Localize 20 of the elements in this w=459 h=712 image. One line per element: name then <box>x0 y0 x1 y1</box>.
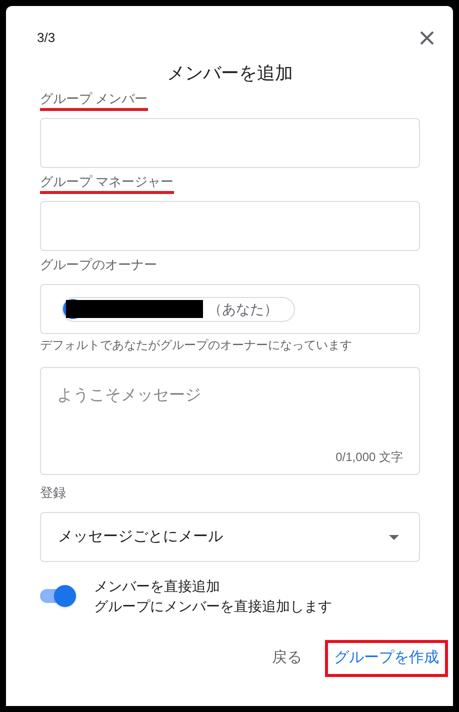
create-group-button[interactable]: グループを作成 <box>325 640 448 676</box>
step-indicator: 3/3 <box>37 29 56 48</box>
message-placeholder: ようこそメッセージ <box>57 386 202 406</box>
hint-text: デフォルトであなたがグループのオーナーになっています <box>40 337 353 353</box>
char-counter: 0/1,000 文字 <box>336 449 403 466</box>
subscription-select[interactable]: メッセージごとにメール <box>40 512 420 562</box>
field-label: グループ メンバー <box>40 90 148 111</box>
toggle-title: メンバーを直接追加 <box>94 577 221 596</box>
input-field[interactable] <box>40 118 420 168</box>
dropdown-caret-icon <box>389 534 399 540</box>
toggle-description: グループにメンバーを直接追加します <box>94 597 332 616</box>
input-field[interactable] <box>40 201 420 251</box>
dialog-title: メンバーを追加 <box>166 62 294 85</box>
field-label: グループのオーナー <box>40 256 157 274</box>
field-label: 登録 <box>40 484 66 502</box>
field-label: グループ マネージャー <box>40 173 174 194</box>
back-button[interactable]: 戻る <box>263 640 311 676</box>
select-value: メッセージごとにメール <box>58 526 223 547</box>
message-field[interactable]: ようこそメッセージ 0/1,000 文字 <box>40 367 420 475</box>
owner-suffix: （あなた） <box>208 300 278 318</box>
